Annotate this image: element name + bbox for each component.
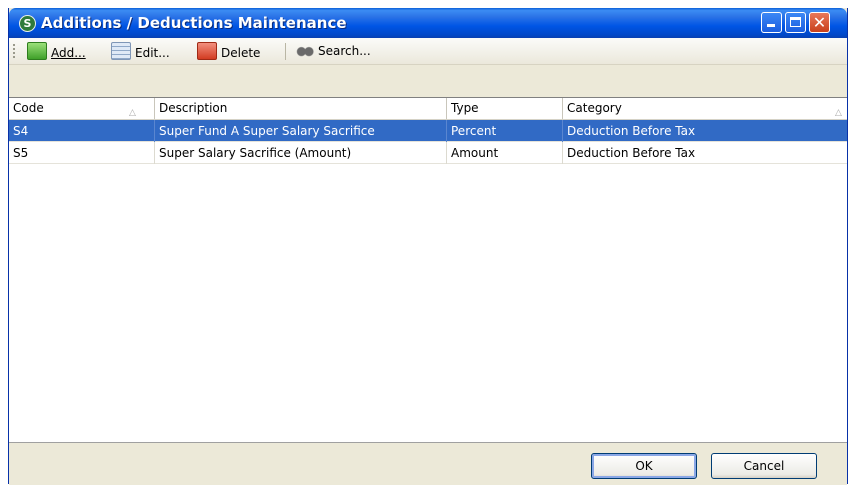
table-row[interactable]: S4 Super Fund A Super Salary Sacrifice P… xyxy=(9,120,847,142)
cancel-button[interactable]: Cancel xyxy=(711,453,817,479)
deductions-table[interactable]: Code △ Description Type Category △ S4 Supe… xyxy=(9,97,847,443)
add-button[interactable]: Add... xyxy=(27,42,86,61)
cell-description: Super Fund A Super Salary Sacrifice xyxy=(155,120,447,142)
cell-description: Super Salary Sacrifice (Amount) xyxy=(155,142,447,164)
column-header-type[interactable]: Type xyxy=(447,98,563,119)
column-header-category[interactable]: Category △ xyxy=(563,98,847,119)
search-button[interactable]: Search... xyxy=(296,42,371,61)
toolbar: Add... Edit... Delete Search... xyxy=(9,38,847,65)
toolbar-separator xyxy=(285,43,286,60)
column-header-label: Code xyxy=(13,101,44,115)
cell-code: S4 xyxy=(9,120,155,142)
ok-button[interactable]: OK xyxy=(591,453,697,479)
dialog-window: S Additions / Deductions Maintenance ✕ A… xyxy=(8,8,848,485)
column-header-label: Category xyxy=(567,101,622,115)
app-logo-icon: S xyxy=(19,15,36,32)
cell-code: S5 xyxy=(9,142,155,164)
table-row[interactable]: S5 Super Salary Sacrifice (Amount) Amoun… xyxy=(9,142,847,164)
close-button[interactable]: ✕ xyxy=(809,12,830,33)
delete-icon xyxy=(197,42,217,60)
add-button-label: Add... xyxy=(51,46,86,60)
toolbar-grip[interactable] xyxy=(13,44,15,60)
cell-category: Deduction Before Tax xyxy=(567,146,696,160)
edit-icon xyxy=(111,42,131,60)
edit-button[interactable]: Edit... xyxy=(111,42,170,61)
minimize-icon xyxy=(767,24,775,27)
column-header-label: Type xyxy=(451,101,479,115)
title-bar[interactable]: S Additions / Deductions Maintenance ✕ xyxy=(9,8,847,38)
minimize-button[interactable] xyxy=(761,12,782,33)
binoculars-icon xyxy=(296,42,314,58)
close-icon: ✕ xyxy=(812,13,827,32)
delete-button-label: Delete xyxy=(221,46,261,60)
cell-category: Deduction Before Tax xyxy=(567,124,696,138)
maximize-button[interactable] xyxy=(785,12,806,33)
column-header-label: Description xyxy=(159,101,228,115)
maximize-icon xyxy=(790,17,801,27)
cell-type: Amount xyxy=(447,142,563,164)
search-button-label: Search... xyxy=(318,44,371,58)
column-header-description[interactable]: Description xyxy=(155,98,447,119)
dialog-footer: OK Cancel xyxy=(9,442,847,485)
cell-type: Percent xyxy=(447,120,563,142)
table-header: Code △ Description Type Category △ xyxy=(9,98,847,120)
delete-button[interactable]: Delete xyxy=(197,42,260,61)
window-title: Additions / Deductions Maintenance xyxy=(41,14,347,32)
add-icon xyxy=(27,42,47,60)
column-header-code[interactable]: Code △ xyxy=(9,98,155,119)
edit-button-label: Edit... xyxy=(135,46,170,60)
